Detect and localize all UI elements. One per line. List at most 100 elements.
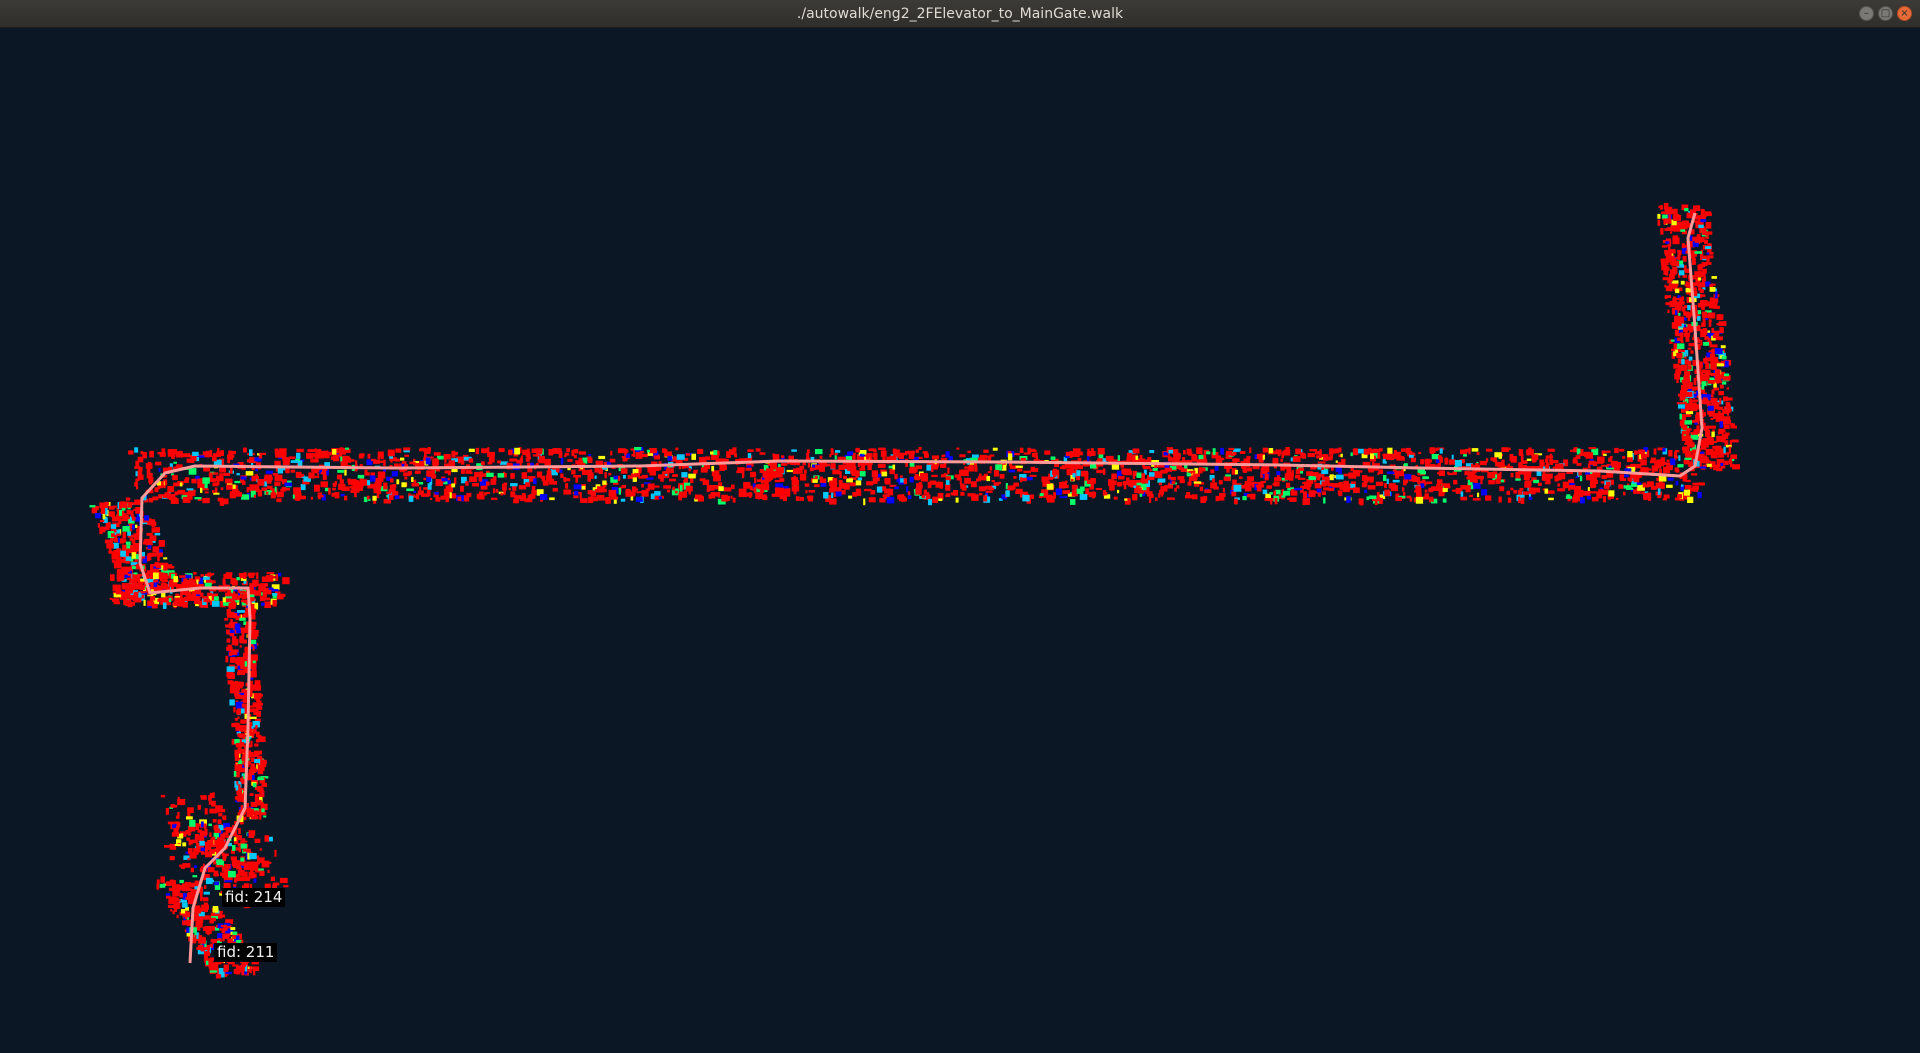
cloud-point: [1170, 476, 1177, 481]
cloud-point: [571, 469, 576, 475]
cloud-point: [516, 459, 522, 463]
minimize-icon[interactable]: –: [1859, 6, 1874, 21]
cloud-point: [1707, 332, 1712, 336]
cloud-point: [1655, 466, 1660, 469]
cloud-point: [498, 448, 505, 453]
point-cloud-map[interactable]: [0, 28, 1920, 1053]
cloud-point: [871, 470, 878, 478]
cloud-point: [1420, 483, 1425, 489]
cloud-point: [819, 455, 823, 459]
cloud-point: [567, 459, 573, 462]
cloud-point: [1249, 447, 1252, 453]
cloud-point: [272, 593, 278, 596]
cloud-point: [649, 448, 657, 454]
cloud-point: [159, 883, 166, 888]
cloud-point: [594, 468, 599, 473]
cloud-point: [198, 483, 201, 486]
maximize-icon[interactable]: □: [1878, 6, 1893, 21]
cloud-point: [940, 458, 947, 461]
cloud-point: [130, 584, 138, 588]
cloud-point: [1232, 481, 1235, 484]
cloud-point: [1664, 218, 1672, 224]
cloud-point: [118, 518, 122, 525]
cloud-point: [1136, 472, 1142, 478]
cloud-point: [234, 722, 240, 726]
cloud-point: [819, 478, 827, 483]
cloud-point: [1044, 450, 1051, 455]
cloud-point: [243, 652, 248, 660]
cloud-point: [1471, 448, 1479, 452]
cloud-point: [1602, 496, 1606, 503]
cloud-point: [1708, 314, 1715, 317]
cloud-point: [1405, 447, 1411, 454]
title-bar[interactable]: ./autowalk/eng2_2FElevator_to_MainGate.w…: [0, 0, 1920, 28]
cloud-point: [274, 448, 279, 455]
cloud-point: [574, 490, 579, 496]
cloud-point: [127, 587, 134, 594]
cloud-point: [632, 469, 639, 474]
cloud-point: [222, 934, 225, 942]
cloud-point: [1392, 479, 1400, 483]
cloud-point: [387, 449, 395, 457]
cloud-point: [187, 811, 190, 817]
cloud-point: [945, 480, 950, 485]
cloud-point: [1231, 486, 1234, 491]
cloud-point: [1050, 456, 1056, 460]
cloud-point: [738, 494, 747, 498]
cloud-point: [214, 881, 219, 886]
cloud-point: [959, 454, 966, 458]
cloud-point: [230, 618, 233, 626]
cloud-point: [243, 863, 252, 871]
cloud-point: [100, 506, 106, 514]
cloud-point: [609, 458, 616, 463]
cloud-point: [1685, 288, 1691, 293]
cloud-point: [1065, 451, 1074, 456]
cloud-point: [186, 488, 194, 491]
cloud-point: [136, 513, 139, 517]
cloud-point: [1685, 447, 1688, 453]
cloud-point: [533, 478, 537, 485]
cloud-point: [1479, 460, 1487, 466]
cloud-point: [1622, 456, 1626, 459]
cloud-point: [1289, 497, 1297, 502]
cloud-point: [1676, 352, 1683, 358]
cloud-point: [838, 464, 845, 470]
cloud-point: [1390, 485, 1398, 492]
cloud-point: [1321, 469, 1329, 475]
cloud-point: [902, 452, 908, 456]
cloud-point: [1406, 495, 1412, 499]
cloud-point: [512, 485, 517, 491]
cloud-point: [922, 451, 928, 454]
close-icon[interactable]: ×: [1897, 6, 1912, 21]
cloud-point: [102, 514, 106, 520]
cloud-point: [231, 636, 237, 641]
cloud-point: [1164, 467, 1172, 472]
cloud-point: [259, 452, 266, 455]
cloud-point: [1029, 449, 1037, 453]
cloud-point: [1570, 449, 1573, 453]
cloud-point: [1250, 493, 1256, 500]
cloud-point: [203, 598, 211, 603]
cloud-point: [747, 453, 752, 459]
cloud-point: [1438, 470, 1445, 476]
cloud-point: [269, 575, 276, 579]
cloud-point: [1218, 480, 1223, 485]
cloud-point: [863, 498, 866, 506]
cloud-point: [149, 535, 157, 541]
fiducial-label: fid: 214: [222, 888, 286, 907]
cloud-point: [1544, 488, 1549, 494]
cloud-point: [1346, 496, 1351, 503]
cloud-point: [605, 497, 611, 504]
cloud-point: [999, 474, 1005, 479]
cloud-point: [1370, 453, 1374, 459]
map-viewport[interactable]: fid: 214 fid: 211: [0, 28, 1920, 1053]
cloud-point: [575, 476, 578, 483]
cloud-point: [218, 914, 226, 918]
cloud-point: [163, 565, 168, 571]
cloud-point: [1291, 469, 1294, 477]
cloud-point: [1709, 287, 1716, 292]
cloud-point: [1239, 451, 1246, 454]
cloud-point: [264, 835, 270, 842]
cloud-point: [674, 490, 678, 494]
cloud-point: [121, 513, 126, 518]
